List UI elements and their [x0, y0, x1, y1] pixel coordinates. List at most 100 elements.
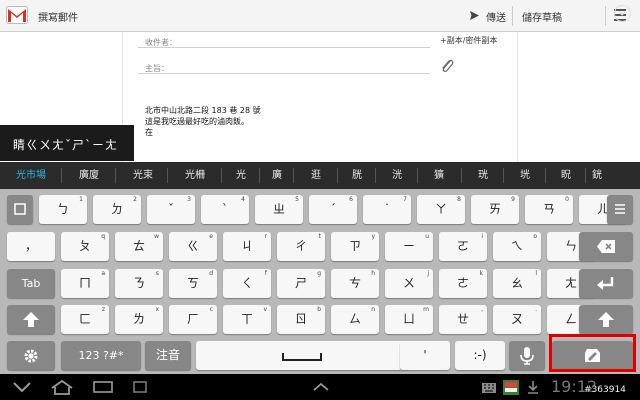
send-icon[interactable]	[469, 10, 480, 21]
key-label: ㄠ	[510, 276, 523, 290]
voice-input-button[interactable]	[509, 341, 545, 370]
tab-button[interactable]: Tab	[7, 269, 55, 298]
key-label: ㄉ	[110, 202, 123, 216]
chevron-up-icon[interactable]	[312, 382, 330, 392]
key-row4[interactable]: ㄏc	[169, 305, 217, 334]
key-row1[interactable]: ㄚ8	[417, 195, 465, 224]
key-row4[interactable]: ㄩm	[385, 305, 433, 334]
key-label: ㄧ	[402, 239, 415, 253]
key-row2[interactable]: ㄛi	[439, 232, 487, 261]
key-label: ㄓ	[272, 202, 285, 216]
key-row1[interactable]: ˇ3	[147, 195, 195, 224]
key-row1[interactable]: ㄓ5	[255, 195, 303, 224]
body-line[interactable]: 這是我吃過最好吃的滷肉飯。	[145, 116, 249, 127]
key-label: ㄙ	[348, 312, 361, 326]
candidate-item[interactable]: 廣	[260, 162, 294, 189]
key-label: ㄅ	[56, 202, 69, 216]
shift-button[interactable]	[7, 305, 55, 334]
save-draft-button[interactable]: 儲存草稿	[522, 9, 562, 24]
key-row3[interactable]: ㄋs	[115, 269, 163, 298]
key-hint: 7	[403, 196, 407, 203]
key-row2[interactable]: ㄟo	[493, 232, 541, 261]
key-row4[interactable]: ㄖb	[277, 305, 325, 334]
key-row3[interactable]: ㄎd	[169, 269, 217, 298]
key-row3[interactable]: ㄨj	[385, 269, 433, 298]
candidate-item[interactable]: 廣廈	[62, 162, 116, 189]
key-row2[interactable]: ㄔt	[277, 232, 325, 261]
candidate-item[interactable]: 逛	[294, 162, 338, 189]
recent-apps-icon[interactable]	[92, 380, 114, 394]
key-row1[interactable]: ㄢ0	[525, 195, 573, 224]
key-row4[interactable]: ㄒv	[223, 305, 271, 334]
key-label: 123 ?#*	[78, 349, 124, 362]
key-row2[interactable]: ㄧu	[385, 232, 433, 261]
expand-candidates-icon[interactable]	[614, 5, 631, 22]
recent-apps-icon[interactable]	[132, 380, 148, 394]
key-label: ㄒ	[240, 312, 253, 326]
gmail-icon[interactable]	[6, 6, 28, 24]
candidate-item[interactable]: 銧	[586, 162, 608, 189]
candidate-item[interactable]: 胱	[338, 162, 376, 189]
key-row1[interactable]: ˋ4	[201, 195, 249, 224]
settings-button[interactable]	[7, 341, 55, 370]
key-hint: ,	[481, 306, 483, 313]
key-row2[interactable]: ，	[7, 232, 55, 261]
key-row1[interactable]: ㄉ2	[93, 195, 141, 224]
key-label: ㄔ	[294, 239, 307, 253]
key-row4[interactable]: ㄝ,	[439, 305, 487, 334]
send-button[interactable]: 傳送	[486, 9, 506, 24]
key-row1[interactable]: ㄅ1	[39, 195, 87, 224]
key-row2[interactable]: ㄐr	[223, 232, 271, 261]
candidate-item[interactable]: 垙	[504, 162, 546, 189]
apostrophe-key[interactable]: '	[400, 341, 450, 370]
shift-button[interactable]	[579, 305, 633, 334]
key-row2[interactable]: ㄍe	[169, 232, 217, 261]
key-row2[interactable]: ㄊw	[115, 232, 163, 261]
cc-bcc-button[interactable]: +副本/密件副本	[440, 35, 497, 46]
key-row1[interactable]: ˙ 7	[363, 195, 411, 224]
candidate-item[interactable]: 光市場	[0, 162, 62, 189]
candidate-item[interactable]: 光	[222, 162, 260, 189]
key-row3[interactable]: ㄕg	[277, 269, 325, 298]
candidate-separator	[337, 168, 338, 183]
keyboard-menu-button[interactable]	[607, 195, 633, 224]
smiley-key[interactable]: :-)	[455, 341, 505, 370]
key-row3[interactable]: ㄑf	[223, 269, 271, 298]
candidate-item[interactable]: 珖	[462, 162, 504, 189]
home-icon[interactable]	[50, 379, 74, 395]
key-row1[interactable]: ㄞ9	[471, 195, 519, 224]
key-row1[interactable]: ˊ6	[309, 195, 357, 224]
candidate-item[interactable]: 眖	[546, 162, 586, 189]
keyboard-panel-button[interactable]	[7, 195, 33, 224]
zhuyin-mode-button[interactable]: 注音	[145, 341, 191, 370]
key-row3[interactable]: ㄘh	[331, 269, 379, 298]
candidate-item[interactable]: 光柵	[168, 162, 222, 189]
key-row3[interactable]: ㄜk	[439, 269, 487, 298]
key-row4[interactable]: ㄈz	[61, 305, 109, 334]
key-hint: 2	[133, 196, 137, 203]
key-label: ㄇ	[78, 276, 91, 290]
key-row4[interactable]: ㄡ.	[493, 305, 541, 334]
key-row4[interactable]: ㄙn	[331, 305, 379, 334]
body-line[interactable]: 在	[145, 127, 153, 138]
microphone-icon	[520, 347, 534, 365]
candidate-bar: 光市場 廣廈 光束 光柵光廣逛胱洸獷珖垙眖銧	[0, 162, 640, 189]
key-row2[interactable]: ㄆq	[61, 232, 109, 261]
key-row4[interactable]: ㄌx	[115, 305, 163, 334]
symbols-button[interactable]: 123 ?#*	[61, 341, 141, 370]
key-label: ˙	[384, 202, 390, 216]
back-icon[interactable]	[12, 381, 32, 393]
watermark-label: #363914	[584, 385, 626, 395]
handwriting-button[interactable]	[552, 341, 633, 370]
space-bar[interactable]	[196, 341, 409, 370]
backspace-button[interactable]	[579, 232, 633, 261]
key-row2[interactable]: ㄗy	[331, 232, 379, 261]
key-row3[interactable]: ㄠl	[493, 269, 541, 298]
key-row3[interactable]: ㄇa	[61, 269, 109, 298]
enter-button[interactable]	[579, 269, 633, 298]
candidate-item[interactable]: 獷	[418, 162, 460, 189]
body-line[interactable]: 北市中山北路二段 183 巷 28 號	[145, 105, 261, 116]
candidate-item[interactable]: 光束	[116, 162, 170, 189]
candidate-item[interactable]: 洸	[376, 162, 418, 189]
paperclip-icon[interactable]	[440, 58, 454, 73]
